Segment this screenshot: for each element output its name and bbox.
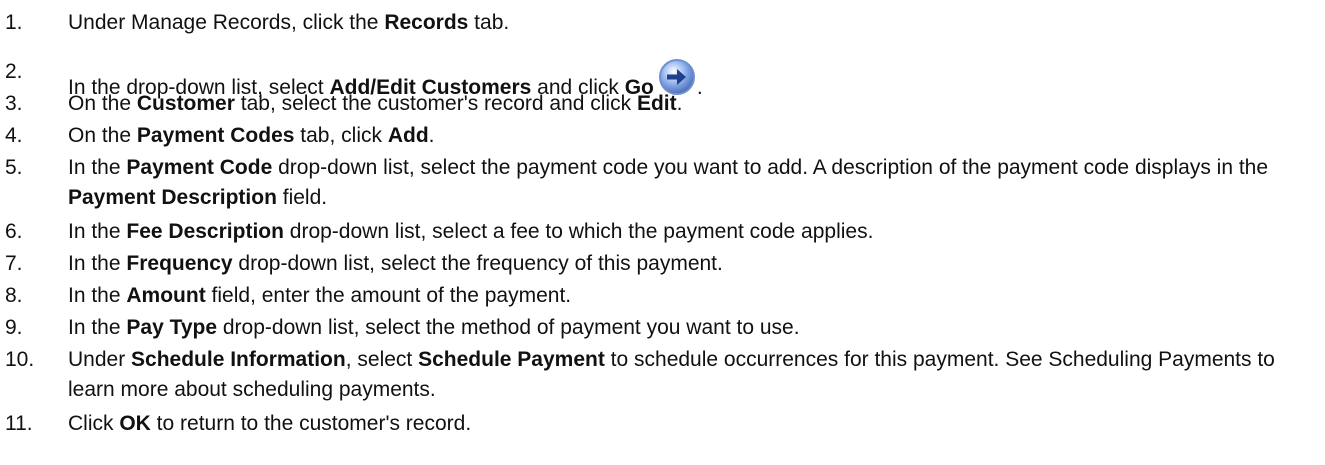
step-number: 4. [5,124,23,147]
text-segment: In the [68,156,127,179]
bold-term: Schedule Payment [418,348,605,371]
step-number: 5. [5,156,23,179]
text-segment: Under [68,348,132,371]
step-number: 7. [5,252,23,275]
bold-term: Pay Type [126,316,218,339]
bold-term: Edit [636,92,677,115]
text-segment: drop-down list, select a fee to which th… [283,220,874,243]
text-segment: On the [68,92,137,115]
step-number: 9. [5,316,23,339]
text-segment: tab. [468,11,510,34]
bold-term: Amount [126,284,206,307]
text-segment: field, enter the amount of the payment. [205,284,572,307]
bold-term: Customer [136,92,235,115]
step-text: In the Amount field, enter the amount of… [68,281,1318,311]
bold-term: Fee Description [126,220,284,243]
text-segment: . [676,92,683,115]
bold-term: Records [384,11,469,34]
step-text: In the Payment Code drop-down list, sele… [68,153,1318,213]
bold-term: OK [119,412,151,435]
step-text: Under Manage Records, click the Records … [68,8,1318,38]
step-number: 11. [5,412,33,435]
bold-term: Payment Code [126,156,273,179]
text-segment: drop-down list, select the method of pay… [217,316,800,339]
text-segment: Under Manage Records, click the [68,11,385,34]
step-number: 3. [5,92,23,115]
bold-term: Payment Description [68,186,277,209]
step-text: On the Payment Codes tab, click Add. [68,121,1318,151]
text-segment: In the [68,284,127,307]
step-number: 2. [5,60,23,83]
text-segment: In the [68,252,127,275]
text-segment: drop-down list, select the payment code … [272,156,1269,179]
text-segment: , select [345,348,419,371]
step-text: In the Pay Type drop-down list, select t… [68,313,1318,343]
step-text: In the Frequency drop-down list, select … [68,249,1318,279]
step-number: 8. [5,284,23,307]
text-segment: On the [68,124,137,147]
text-segment: to return to the customer's record. [150,412,472,435]
step-number: 6. [5,220,23,243]
instruction-list: 1. Under Manage Records, click the Recor… [0,0,1325,465]
bold-term: Frequency [126,252,233,275]
step-text: Under Schedule Information, select Sched… [68,345,1318,405]
text-segment: Click [68,412,120,435]
bold-term: Payment Codes [136,124,295,147]
bold-term: Schedule Information [131,348,346,371]
text-segment: . [428,124,435,147]
step-number: 1. [5,11,23,34]
step-text: In the Fee Description drop-down list, s… [68,217,1318,247]
text-segment: drop-down list, select the frequency of … [232,252,723,275]
step-text: On the Customer tab, select the customer… [68,89,1318,119]
step-number: 10. [5,348,35,371]
bold-term: Add [387,124,429,147]
text-segment: tab, select the customer's record and cl… [234,92,637,115]
text-segment: In the [68,316,127,339]
text-segment: field. [276,186,328,209]
text-segment: tab, click [294,124,388,147]
step-text: Click OK to return to the customer's rec… [68,409,1318,439]
text-segment: In the [68,220,127,243]
